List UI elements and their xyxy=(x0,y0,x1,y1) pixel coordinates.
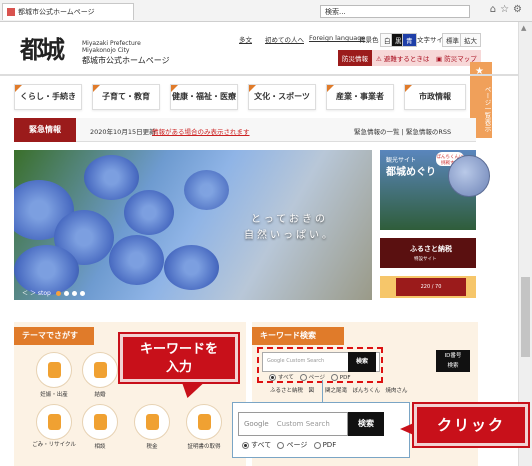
gear-icon[interactable]: ⚙ xyxy=(513,4,526,15)
hydrangea-image xyxy=(109,235,164,285)
nav-childcare[interactable]: 子育て・教育 xyxy=(92,84,160,110)
emergency-list-link[interactable]: 緊急情報の一覧 xyxy=(354,128,400,136)
hydrangea-image xyxy=(124,190,174,235)
disaster-info-button[interactable]: 防災情報 xyxy=(338,50,372,66)
stop-button[interactable]: stop xyxy=(38,290,51,297)
zoomed-placeholder: Custom Search xyxy=(276,420,330,428)
nav-living[interactable]: くらし・手続き xyxy=(14,84,82,110)
enter-keyword-callout: キーワードを 入力 xyxy=(118,332,240,384)
bgcolor-label: 背景色 xyxy=(359,36,379,44)
theme-tax-label[interactable]: 税金 xyxy=(130,442,174,450)
next-arrow-icon[interactable]: ＞ xyxy=(30,290,36,297)
site-name-en-prefecture: Miyazaki Prefecture xyxy=(82,40,141,47)
star-icon[interactable]: ☆ xyxy=(500,4,513,15)
id-button-line2: 検索 xyxy=(447,363,459,369)
emergency-date: 2020年10月15日更新 xyxy=(90,128,156,136)
emergency-message[interactable]: 情報がある場合のみ表示されます xyxy=(152,126,250,136)
hydrangea-image xyxy=(184,170,229,210)
furusato-banner-title: ふるさと納税 xyxy=(410,245,452,253)
address-text: 検索... xyxy=(325,8,346,16)
emergency-label: 緊急情報 xyxy=(14,118,76,142)
home-icon[interactable]: ⌂ xyxy=(490,4,500,15)
hero-copy-line2: 自然いっぱい。 xyxy=(244,230,335,241)
nav-culture[interactable]: 文化・スポーツ xyxy=(248,84,316,110)
zoomed-radio-pdf-label: PDF xyxy=(322,441,337,449)
theme-recycle-label[interactable]: ごみ・リサイクル xyxy=(32,442,76,449)
pregnancy-icon[interactable] xyxy=(36,352,72,388)
google-label: Google xyxy=(244,420,269,428)
keyword-title: キーワード検索 xyxy=(252,327,344,345)
site-name-jp[interactable]: 都城市公式ホームページ xyxy=(82,55,170,66)
zoomed-search-input[interactable]: Google Custom Search xyxy=(238,412,348,436)
city-logo[interactable]: 都城 xyxy=(20,30,66,64)
theme-marriage-label[interactable]: 結婚 xyxy=(78,390,122,398)
tab-title: 都城市公式ホームページ xyxy=(18,8,95,16)
keyword-tags[interactable]: ふるさと納税 図 関之尾滝 ぼんちくん 焼肉さん xyxy=(270,386,408,394)
browser-chrome: 都城市公式ホームページ 検索... ⌂☆⚙ xyxy=(0,0,532,22)
emergency-links: 緊急情報の一覧 | 緊急情報のRSS xyxy=(354,128,452,136)
warning-icon: ⚠ xyxy=(376,55,382,63)
zoomed-radio-page-label: ページ xyxy=(286,441,308,449)
consultation-icon[interactable] xyxy=(82,404,118,440)
furusato-banner-subtitle: 特設サイト xyxy=(414,257,437,262)
theme-consultation-label[interactable]: 相談 xyxy=(78,442,122,450)
id-button-line1: ID番号 xyxy=(444,353,462,359)
hero-slideshow[interactable]: とっておきの 自然いっぱい。 ＜ ＞ stop xyxy=(14,150,372,300)
click-callout: クリック xyxy=(412,402,530,448)
zoom-connector-line xyxy=(322,380,323,404)
browser-toolbar-icons: ⌂☆⚙ xyxy=(490,4,526,15)
theme-pregnancy-label[interactable]: 妊娠・出産 xyxy=(32,390,76,398)
emergency-rss-link[interactable]: 緊急情報のRSS xyxy=(406,128,451,136)
browser-tab[interactable]: 都城市公式ホームページ xyxy=(2,3,134,20)
favicon-icon xyxy=(7,8,15,16)
hero-copy-line1: とっておきの xyxy=(251,214,328,225)
scroll-thumb[interactable] xyxy=(521,277,530,357)
slide-dot[interactable] xyxy=(79,291,85,296)
address-bar[interactable]: 検索... xyxy=(320,5,470,18)
first-time-link[interactable]: 初めての人へ xyxy=(262,33,307,45)
nav-industry[interactable]: 産業・事業者 xyxy=(326,84,394,110)
site-name-en-city: Miyakonojo City xyxy=(82,47,130,54)
multilingual-link[interactable]: 多文 xyxy=(236,33,255,45)
callout-line1: キーワードを xyxy=(139,342,218,357)
page-scrollbar[interactable]: ▲ xyxy=(518,22,532,466)
hydrangea-image xyxy=(84,155,139,200)
prev-arrow-icon[interactable]: ＜ xyxy=(22,290,28,297)
tourism-banner-title: 都城めぐり xyxy=(386,167,436,178)
zoomed-search-button[interactable]: 検索 xyxy=(348,412,384,436)
tax-icon[interactable] xyxy=(134,404,170,440)
header-divider xyxy=(0,74,518,76)
evacuation-button[interactable]: ⚠ 避難するときは xyxy=(372,50,434,66)
slide-dot[interactable] xyxy=(71,291,77,296)
highlight-dashed-box xyxy=(257,347,383,383)
theme-title: テーマでさがす xyxy=(14,327,94,345)
slide-dot[interactable] xyxy=(55,291,61,296)
slide-dot[interactable] xyxy=(63,291,69,296)
callout-line2: 入力 xyxy=(165,360,192,375)
zoomed-radio-all[interactable] xyxy=(242,441,249,449)
zoomed-radio-page[interactable] xyxy=(277,441,285,449)
evacuation-label: 避難するときは xyxy=(383,55,430,63)
fontsize-enlarge-button[interactable]: 拡大 xyxy=(460,33,481,47)
slideshow-controls: ＜ ＞ stop xyxy=(22,288,85,297)
emergency-bar: 緊急情報 2020年10月15日更新 情報がある場合のみ表示されます 緊急情報の… xyxy=(14,118,476,142)
certificate-icon[interactable] xyxy=(186,404,222,440)
map-pin-icon: ▣ xyxy=(436,55,443,63)
ad-banner-inner: 220 / 70 xyxy=(396,278,466,296)
mascot-image xyxy=(448,155,490,197)
nav-city-info[interactable]: 市政情報 xyxy=(404,84,466,110)
marriage-icon[interactable] xyxy=(82,352,118,388)
side-tab-label: ページ一覧表示 xyxy=(483,86,491,132)
zoomed-radio-group: すべて ページ PDF xyxy=(238,440,336,450)
hero-copy: とっておきの 自然いっぱい。 xyxy=(244,212,335,244)
id-search-button[interactable]: ID番号検索 xyxy=(436,350,470,372)
zoomed-radio-pdf[interactable] xyxy=(313,441,321,449)
nav-health[interactable]: 健康・福祉・医療 xyxy=(170,84,238,110)
scroll-up-arrow-icon[interactable]: ▲ xyxy=(521,24,526,32)
theme-certificate-label[interactable]: 証明書の取得 xyxy=(182,442,226,450)
zoomed-radio-all-label: すべて xyxy=(251,441,272,449)
hydrangea-image xyxy=(164,245,219,290)
recycle-icon[interactable] xyxy=(36,404,72,440)
